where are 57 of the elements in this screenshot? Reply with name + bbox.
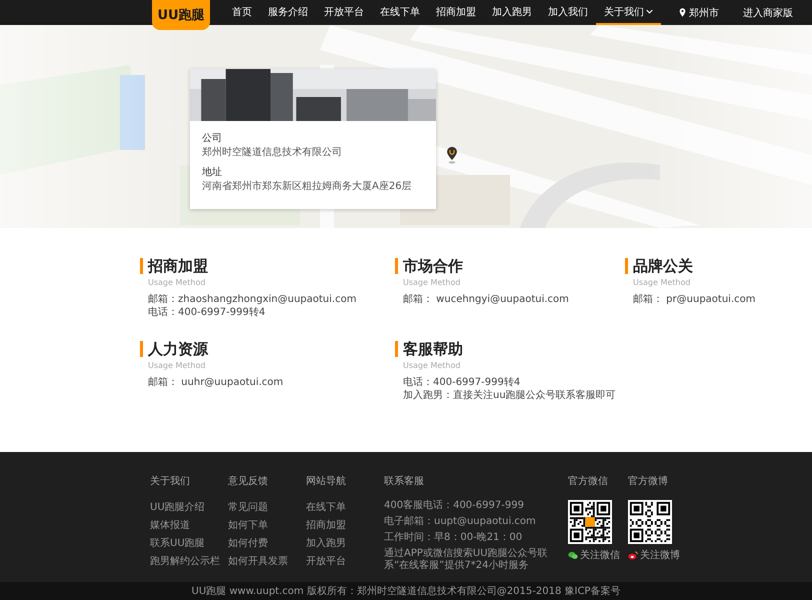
contact-info: 加入跑男：直接关注uu跑腿公众号联系客服即可	[403, 389, 616, 402]
footer-link[interactable]: 常见问题	[228, 500, 306, 514]
follow-link[interactable]: 关注微信	[580, 548, 620, 562]
section-subtitle: Usage Method	[403, 361, 462, 370]
section-subtitle: Usage Method	[148, 278, 206, 287]
section-title: 人力资源	[140, 341, 403, 357]
nav-link[interactable]: 开放平台	[316, 0, 372, 25]
section-subtitle: Usage Method	[403, 278, 462, 287]
footer-link[interactable]: 招商加盟	[306, 518, 384, 532]
section-title: 客服帮助	[395, 341, 633, 357]
contact-info: 电话：400-6997-999转4	[403, 376, 520, 389]
section-title: 招商加盟	[140, 258, 403, 274]
qr-code-icon	[628, 500, 672, 544]
footer-heading: 意见反馈	[228, 474, 269, 488]
section-subtitle: Usage Method	[148, 361, 206, 370]
merchant-link[interactable]: 进入商家版	[743, 0, 793, 25]
footer-link[interactable]: 如何下单	[228, 518, 306, 532]
location-pin-icon	[679, 8, 686, 17]
nav-link[interactable]: 加入跑男	[484, 0, 540, 25]
contact-info: 邮箱：zhaoshangzhongxin@uupaotui.com	[148, 293, 356, 306]
footer-link[interactable]: 如何开具发票	[228, 554, 306, 568]
footer-link[interactable]: 开放平台	[306, 554, 384, 568]
footer-link[interactable]: 加入跑男	[306, 536, 384, 550]
logo[interactable]: UU跑腿	[152, 0, 210, 30]
city-link[interactable]: 郑州市	[679, 0, 719, 25]
footer-heading: 网站导航	[306, 474, 347, 488]
footer-link[interactable]: 联系UU跑腿	[150, 536, 228, 550]
footer-heading: 关于我们	[150, 474, 191, 488]
nav-link[interactable]: 招商加盟	[428, 0, 484, 25]
footer-heading: 联系客服	[384, 474, 425, 488]
service-info: 通过APP或微信搜索UU跑腿公众号联系“在线客服”提供7*24小时服务	[384, 548, 549, 572]
qr-code-icon	[568, 500, 612, 544]
nav-link[interactable]: 首页	[224, 0, 260, 25]
nav-link[interactable]: 加入我们	[540, 0, 596, 25]
contact-info: 邮箱： uuhr@uupaotui.com	[148, 376, 284, 389]
contact-info: 电话：400-6997-999转4	[148, 306, 266, 319]
weibo-icon	[628, 550, 638, 560]
service-info: 400客服电话：400-6997-999	[384, 500, 525, 512]
service-info: 工作时间：早8：00-晚21：00	[384, 532, 524, 544]
section-title: 市场合作	[395, 258, 633, 274]
contact-info: 邮箱： wucehngyi@uupaotui.com	[403, 293, 569, 306]
footer-link[interactable]: UU跑腿介绍	[150, 500, 228, 514]
follow-link[interactable]: 关注微博	[640, 548, 680, 562]
section-subtitle: Usage Method	[633, 278, 692, 287]
footer-link[interactable]: 如何付费	[228, 536, 306, 550]
copyright-text: UU跑腿 www.uupt.com 版权所有：郑州时空隧道信息技术有限公司@2015-2018 豫ICP备案号	[192, 584, 620, 598]
footer-heading: 官方微博	[628, 474, 668, 488]
footer-heading: 官方微信	[568, 474, 608, 488]
footer-link[interactable]: 媒体报道	[150, 518, 228, 532]
service-info: 电子邮箱：uupt@uupaotui.com	[384, 516, 537, 528]
contact-info: 邮箱： pr@uupaotui.com	[633, 293, 756, 306]
nav-link[interactable]: 在线下单	[372, 0, 428, 25]
footer-link[interactable]: 跑男解约公示栏	[150, 554, 228, 568]
section-title: 品牌公关	[625, 258, 803, 274]
wechat-icon	[568, 550, 578, 560]
nav-link[interactable]: 服务介绍	[260, 0, 316, 25]
footer-link[interactable]: 在线下单	[306, 500, 384, 514]
